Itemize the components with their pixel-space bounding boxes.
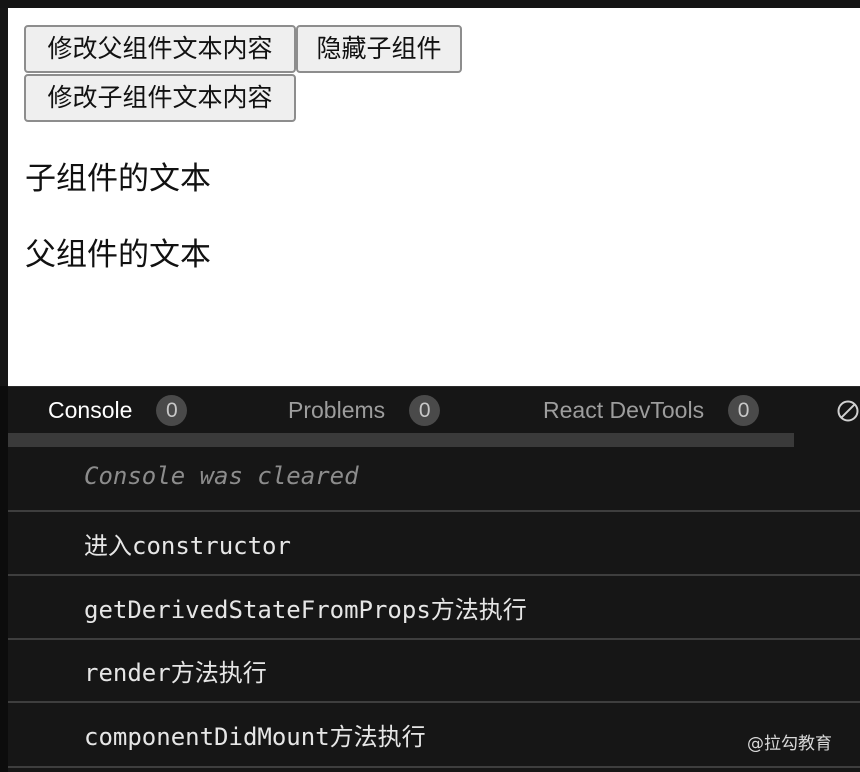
console-log-message: render方法执行 xyxy=(84,659,267,687)
tab-react-devtools-count-badge: 0 xyxy=(728,395,760,426)
app-window: 修改父组件文本内容 隐藏子组件 修改子组件文本内容 子组件的文本 父组件的文本 … xyxy=(0,0,860,772)
tab-console-label: Console xyxy=(48,397,133,423)
tab-problems-count-badge: 0 xyxy=(409,395,441,426)
tab-problems[interactable]: Problems 0 xyxy=(288,387,441,433)
console-log-message: getDerivedStateFromProps方法执行 xyxy=(84,596,527,624)
modify-child-text-button[interactable]: 修改子组件文本内容 xyxy=(24,74,296,122)
console-row: render方法执行 xyxy=(8,640,860,703)
clear-console-icon[interactable] xyxy=(837,400,859,422)
modify-parent-text-button[interactable]: 修改父组件文本内容 xyxy=(24,25,296,73)
tab-react-devtools[interactable]: React DevTools 0 xyxy=(543,387,760,433)
console-log-message: componentDidMount方法执行 xyxy=(84,723,426,751)
console-row: getDerivedStateFromProps方法执行 xyxy=(8,576,860,640)
preview-pane: 修改父组件文本内容 隐藏子组件 修改子组件文本内容 子组件的文本 父组件的文本 xyxy=(8,8,860,386)
console-output: Console was cleared 进入constructor getDer… xyxy=(8,447,860,772)
console-cleared-message: Console was cleared xyxy=(84,462,359,490)
watermark: @拉勾教育 xyxy=(747,734,832,754)
tab-console-count-badge: 0 xyxy=(156,395,188,426)
console-row: componentDidMount方法执行 xyxy=(8,703,860,768)
child-component-text: 子组件的文本 xyxy=(25,161,211,197)
panel-edge xyxy=(0,386,8,772)
devtools-tab-bar: Console 0 Problems 0 React DevTools 0 xyxy=(8,386,860,433)
tab-console[interactable]: Console 0 xyxy=(48,387,188,433)
tab-react-devtools-label: React DevTools xyxy=(543,397,705,423)
horizontal-scrollbar[interactable] xyxy=(8,433,794,447)
parent-component-text: 父组件的文本 xyxy=(25,237,211,273)
hide-child-button[interactable]: 隐藏子组件 xyxy=(296,25,462,73)
console-row: 进入constructor xyxy=(8,512,860,576)
top-bar xyxy=(0,0,860,8)
console-log-message: 进入constructor xyxy=(84,532,291,560)
console-row: Console was cleared xyxy=(8,447,860,512)
tab-problems-label: Problems xyxy=(288,397,386,423)
